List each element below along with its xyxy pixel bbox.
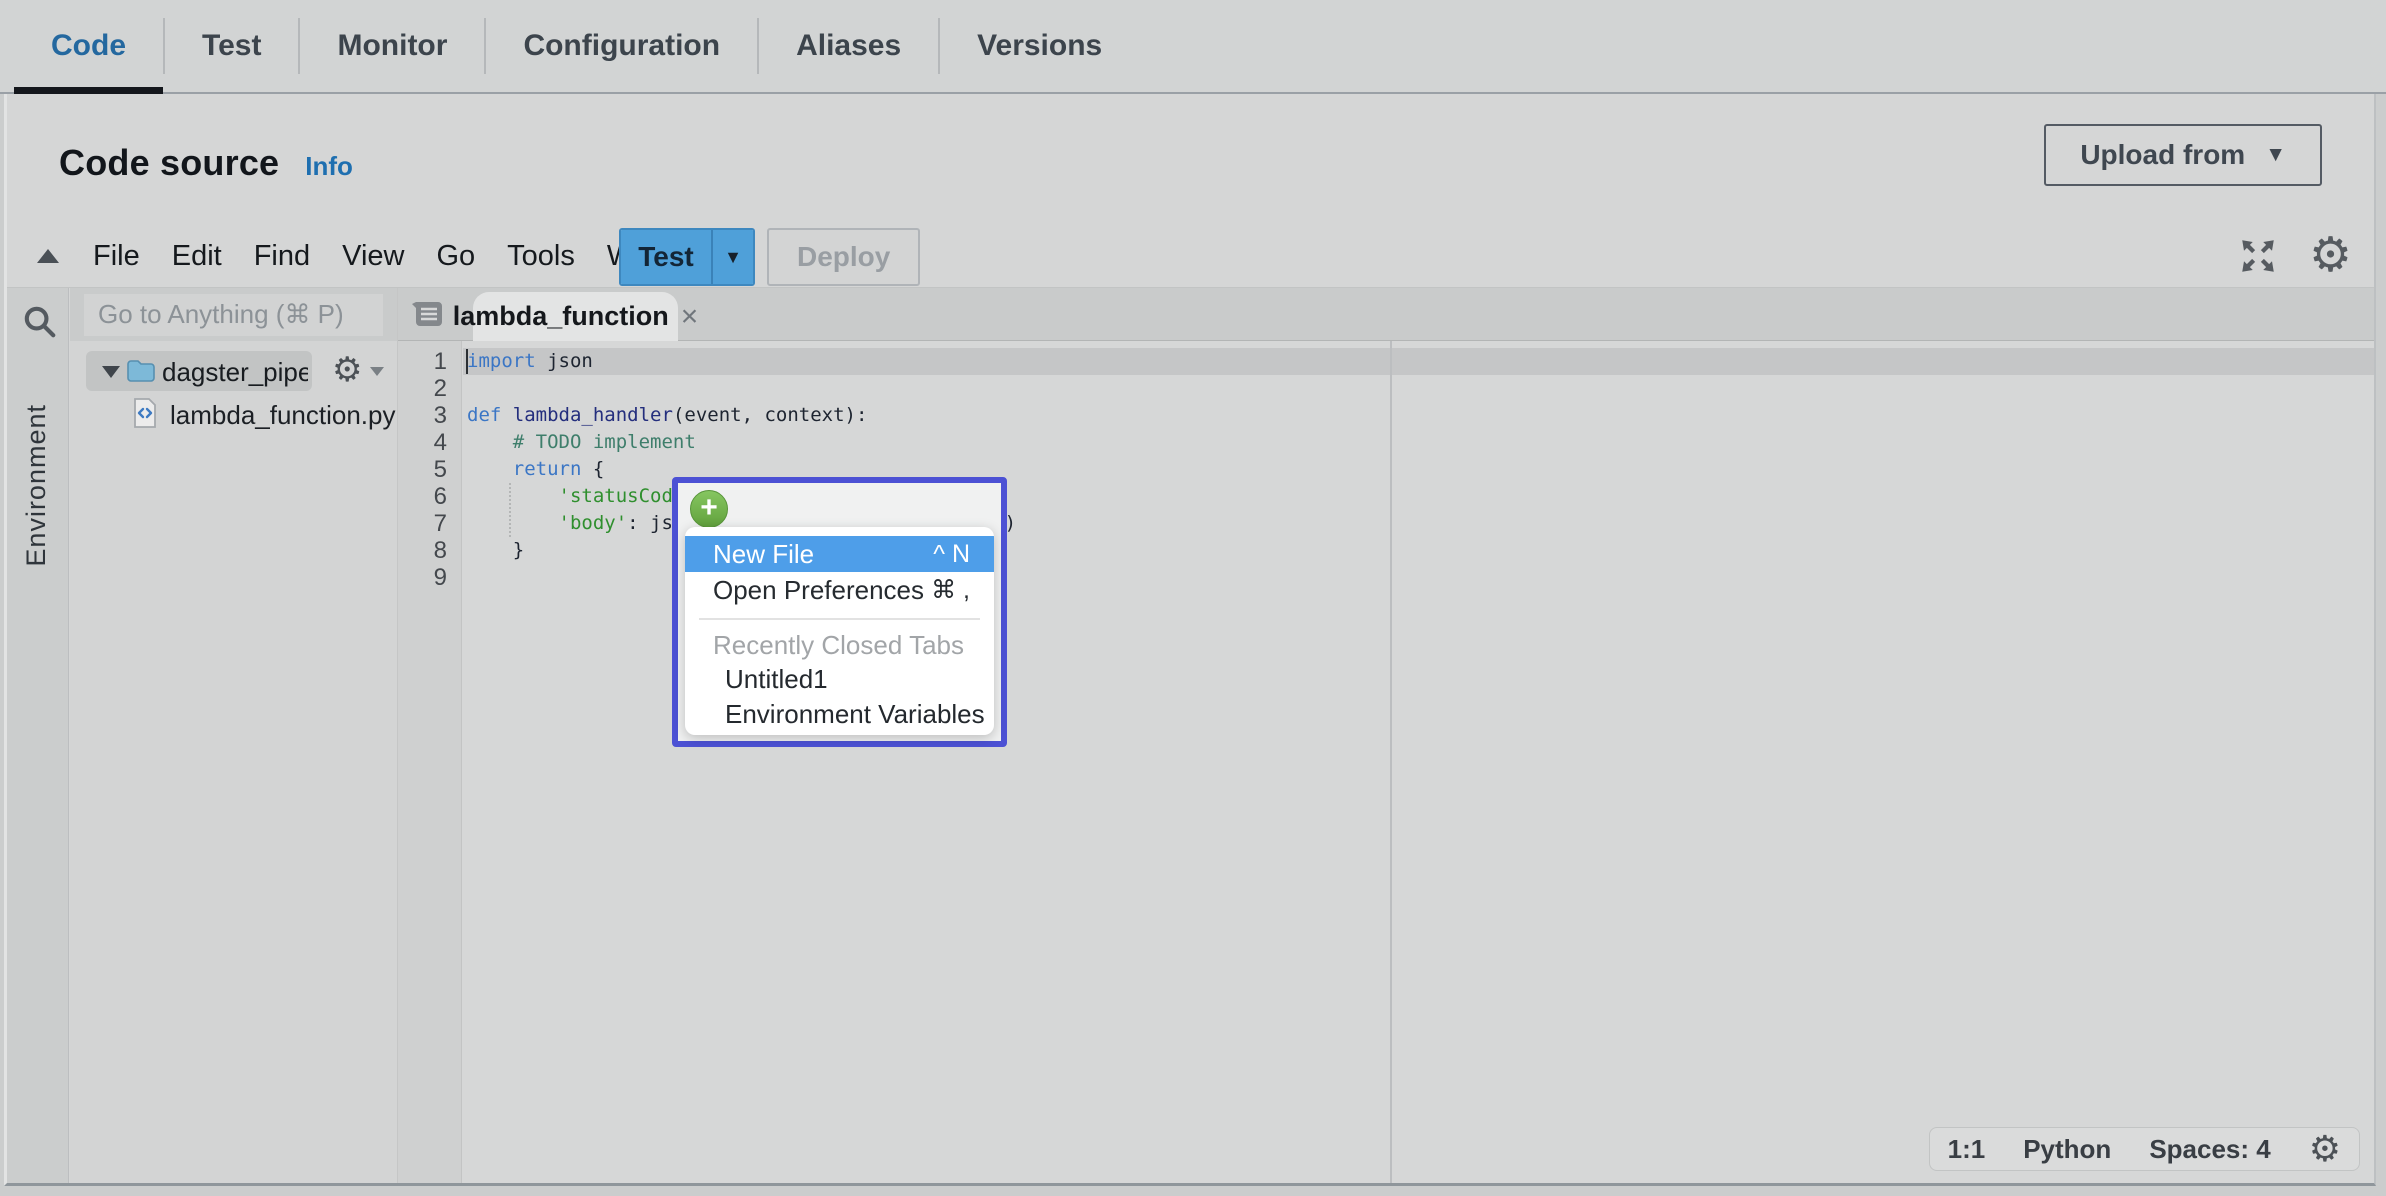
menu-view[interactable]: View — [326, 240, 420, 273]
left-icon-strip: Environment — [7, 288, 69, 1183]
line-number: 7 — [398, 510, 461, 537]
editor-tab-lambda-function[interactable]: lambda_function × — [473, 292, 678, 341]
code-line[interactable]: # TODO implement — [467, 429, 2374, 456]
new-tab-dropdown: + New File ^ N Open Preferences ⌘ , Rece… — [672, 477, 1007, 747]
cursor-position[interactable]: 1:1 — [1948, 1134, 1986, 1165]
indent-setting[interactable]: Spaces: 4 — [2149, 1134, 2270, 1165]
deploy-button: Deploy — [767, 228, 920, 286]
upload-from-label: Upload from — [2080, 139, 2245, 171]
menu-item-shortcut: ^ N — [933, 540, 970, 569]
line-number: 2 — [398, 375, 461, 402]
settings-gear-icon[interactable]: ⚙ — [2309, 232, 2352, 280]
goto-anything-input[interactable] — [84, 294, 383, 336]
test-split-button[interactable]: Test ▼ — [619, 228, 755, 286]
goto-anything-row — [70, 288, 397, 341]
code-line[interactable] — [467, 375, 2374, 402]
tab-configuration[interactable]: Configuration — [486, 0, 757, 92]
editor-tab-label: lambda_function — [453, 301, 669, 332]
statusbar-gear-icon[interactable]: ⚙ — [2309, 1131, 2341, 1167]
tree-settings-gear-icon[interactable]: ⚙ — [332, 353, 362, 387]
text-cursor — [466, 349, 468, 374]
language-mode[interactable]: Python — [2023, 1134, 2111, 1165]
file-name: lambda_function.py — [170, 400, 395, 431]
folder-icon — [126, 358, 156, 384]
menu-file[interactable]: File — [77, 240, 156, 273]
tab-test[interactable]: Test — [165, 0, 298, 92]
line-number: 3 — [398, 402, 461, 429]
tree-row-folder[interactable]: dagster_pipes_funct ⚙ — [70, 351, 397, 393]
code-line[interactable]: def lambda_handler(event, context): — [467, 402, 2374, 429]
menu-item-untitled1[interactable]: Untitled1 — [685, 662, 994, 697]
editor-tabbar: lambda_function × — [398, 288, 2374, 341]
menu-item-open-preferences[interactable]: Open Preferences ⌘ , — [685, 572, 994, 608]
page-title: Code source — [59, 142, 279, 184]
new-tab-plus-icon[interactable]: + — [690, 490, 728, 528]
folder-name: dagster_pipes_funct — [162, 357, 308, 388]
menu-edit[interactable]: Edit — [156, 240, 238, 273]
tab-code[interactable]: Code — [14, 0, 163, 92]
indent-guide — [509, 483, 511, 537]
ide-menubar: File Edit Find View Go Tools Window Test… — [7, 225, 2374, 287]
search-icon[interactable] — [20, 302, 58, 340]
file-tree-panel: dagster_pipes_funct ⚙ lambda_function.py — [70, 288, 397, 1183]
menu-item-new-file[interactable]: New File ^ N — [685, 536, 994, 572]
tree-settings-caret-icon[interactable] — [370, 367, 384, 376]
line-number: 4 — [398, 429, 461, 456]
gutter: 123456789 — [398, 341, 462, 1183]
new-tab-menu: New File ^ N Open Preferences ⌘ , Recent… — [685, 527, 994, 735]
menu-go[interactable]: Go — [420, 240, 491, 273]
chevron-down-icon: ▼ — [2265, 143, 2286, 167]
code-editor[interactable]: 123456789 import json def lambda_handler(… — [398, 341, 2374, 1183]
tab-versions[interactable]: Versions — [940, 0, 1139, 92]
menu-item-label: New File — [713, 539, 814, 570]
recently-closed-tabs-header: Recently Closed Tabs — [685, 628, 994, 662]
tab-aliases[interactable]: Aliases — [759, 0, 938, 92]
function-tab-nav: Code Test Monitor Configuration Aliases … — [0, 0, 2386, 94]
test-dropdown-arrow[interactable]: ▼ — [713, 230, 753, 284]
info-link[interactable]: Info — [305, 151, 353, 182]
menu-find[interactable]: Find — [238, 240, 326, 273]
line-number: 8 — [398, 537, 461, 564]
fullscreen-icon[interactable] — [2237, 235, 2279, 277]
menu-tools[interactable]: Tools — [491, 240, 591, 273]
folder-expand-caret-icon[interactable] — [102, 366, 120, 378]
tab-monitor[interactable]: Monitor — [300, 0, 484, 92]
menu-item-label: Open Preferences — [713, 575, 924, 606]
menu-separator — [699, 618, 980, 620]
tab-list-icon[interactable] — [410, 298, 446, 330]
line-number: 9 — [398, 564, 461, 591]
test-button[interactable]: Test — [621, 230, 713, 284]
menu-item-shortcut: ⌘ , — [931, 575, 970, 605]
line-number: 5 — [398, 456, 461, 483]
ide-body: Environment dagster_pipes_funct ⚙ — [7, 287, 2374, 1183]
code-line[interactable]: import json — [467, 348, 2374, 375]
tree-row-file[interactable]: lambda_function.py — [70, 393, 397, 435]
line-number: 1 — [398, 348, 461, 375]
collapse-panel-icon[interactable] — [37, 249, 59, 263]
tab-close-icon[interactable]: × — [681, 302, 699, 332]
editor-statusbar: 1:1 Python Spaces: 4 ⚙ — [1929, 1127, 2360, 1171]
python-file-icon — [132, 397, 158, 429]
line-number: 6 — [398, 483, 461, 510]
upload-from-button[interactable]: Upload from ▼ — [2044, 124, 2322, 186]
menu-item-environment-variables[interactable]: Environment Variables — [685, 697, 994, 732]
code-source-panel: Code source Info Upload from ▼ File Edit… — [4, 94, 2376, 1186]
